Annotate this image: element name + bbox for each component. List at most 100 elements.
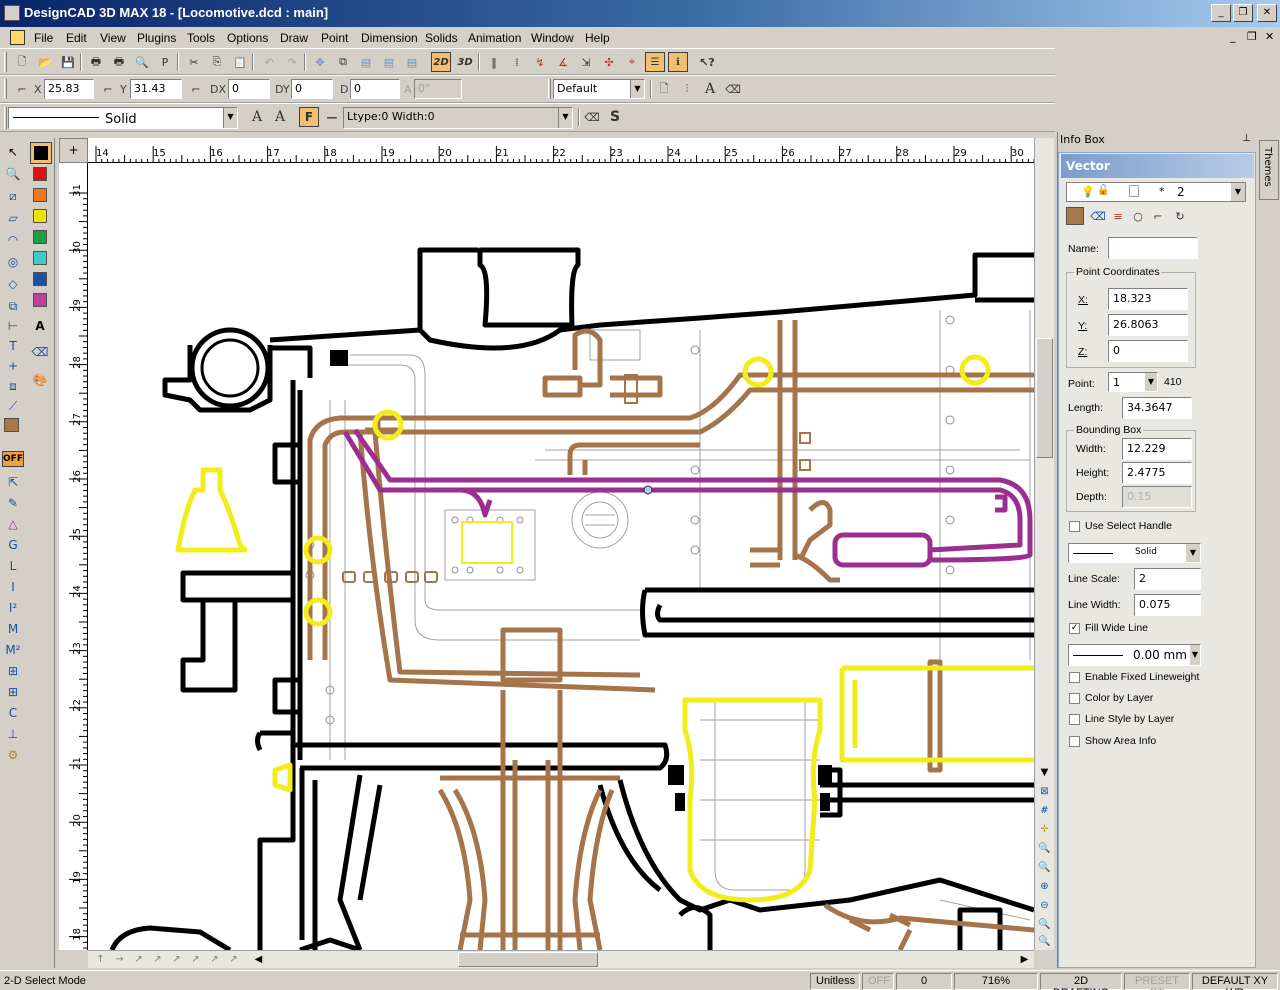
line-style-by-layer-checkbox[interactable] bbox=[1069, 714, 1080, 725]
layer-manager-icon[interactable]: ☰ bbox=[645, 52, 665, 72]
app-icon[interactable] bbox=[4, 5, 20, 21]
horizontal-scroll-thumb[interactable] bbox=[458, 952, 598, 967]
box-tool-icon[interactable]: ▱ bbox=[3, 208, 23, 228]
menu-window[interactable]: Window bbox=[531, 31, 574, 45]
zoom-window-icon[interactable]: 🔍 bbox=[1036, 840, 1053, 857]
status-workplane[interactable]: DEFAULT XY WP bbox=[1192, 973, 1278, 990]
fill-circle-icon[interactable]: ○ bbox=[1128, 206, 1148, 226]
print-preview-icon[interactable]: 🔍 bbox=[132, 52, 152, 72]
properties-icon[interactable]: P bbox=[155, 52, 175, 72]
toolbar-grip[interactable] bbox=[4, 107, 7, 129]
line-weight-icon[interactable]: — bbox=[322, 107, 342, 127]
text-icon[interactable]: A bbox=[700, 79, 720, 99]
color-by-layer-checkbox[interactable] bbox=[1069, 693, 1080, 704]
dotted-line-icon[interactable]: ⁞ bbox=[507, 52, 527, 72]
fill-wide-line-checkbox[interactable]: ✓ bbox=[1069, 623, 1080, 634]
new-file-icon[interactable]: 🗋 bbox=[12, 52, 32, 72]
zoom-redo-icon[interactable]: 🔍 bbox=[1036, 933, 1053, 950]
group-icon[interactable]: ✣ bbox=[599, 52, 619, 72]
layer-selector[interactable]: 💡 🔓 * 2 ▼ bbox=[1066, 182, 1246, 202]
snap-icon[interactable]: ↯ bbox=[530, 52, 550, 72]
snap-grid-icon[interactable]: G bbox=[3, 535, 23, 555]
color-magenta-swatch[interactable] bbox=[33, 293, 47, 307]
text-style-button[interactable]: A bbox=[30, 316, 50, 336]
context-help-icon[interactable]: ↖? bbox=[697, 52, 717, 72]
snap-center-icon[interactable]: C bbox=[3, 703, 23, 723]
copy-move-icon[interactable]: ⧉ bbox=[333, 52, 353, 72]
line-tool-icon[interactable]: ⧄ bbox=[3, 186, 23, 206]
toolbar-grip[interactable] bbox=[4, 79, 7, 99]
point-snap-icon[interactable]: ⌖ bbox=[622, 52, 642, 72]
document-icon[interactable] bbox=[10, 30, 25, 45]
menu-tools[interactable]: Tools bbox=[187, 31, 215, 45]
drawing-canvas[interactable] bbox=[88, 163, 1034, 950]
view-tab-icon[interactable]: ↗ bbox=[130, 951, 147, 968]
font-bold-icon[interactable]: A bbox=[247, 107, 267, 127]
hatch-icon[interactable]: ⌫ bbox=[723, 79, 743, 99]
color-yellow-swatch[interactable] bbox=[33, 209, 47, 223]
minimize-button[interactable]: _ bbox=[1211, 4, 1231, 22]
dimension-style-icon[interactable]: ⌐ bbox=[1148, 206, 1168, 226]
show-area-info-checkbox[interactable] bbox=[1069, 736, 1080, 747]
paste-icon[interactable]: 📋 bbox=[230, 52, 250, 72]
snap-line-icon[interactable]: L bbox=[3, 556, 23, 576]
view-tab-icon[interactable]: ↑ bbox=[92, 951, 109, 968]
pause-icon[interactable]: ‖ bbox=[484, 52, 504, 72]
view-tab-icon[interactable]: ↗ bbox=[149, 951, 166, 968]
layer-visibility-icon[interactable] bbox=[1129, 185, 1139, 197]
menu-point[interactable]: Point bbox=[321, 31, 348, 45]
current-color-swatch[interactable] bbox=[4, 418, 19, 432]
select-arrow-icon[interactable]: ↖ bbox=[3, 142, 23, 162]
mdi-restore-button[interactable]: ❐ bbox=[1247, 30, 1257, 43]
dx-input[interactable]: 0 bbox=[228, 79, 270, 99]
zoom-icon[interactable]: 🔍 bbox=[3, 164, 23, 184]
snap-m2-icon[interactable]: M² bbox=[3, 640, 23, 660]
lineweight-combo[interactable]: 0.00 mm ▼ bbox=[1068, 644, 1201, 666]
menu-file[interactable]: File bbox=[34, 31, 53, 45]
snap-angle-icon[interactable]: ∡ bbox=[553, 52, 573, 72]
locomotive-drawing[interactable] bbox=[88, 163, 1034, 950]
bbox-depth-input[interactable]: 0.15 bbox=[1122, 486, 1192, 508]
sliders-icon[interactable]: ⫶ bbox=[677, 79, 697, 99]
menu-options[interactable]: Options bbox=[227, 31, 268, 45]
y-coord-icon[interactable]: ⌐ bbox=[98, 79, 118, 99]
toolbar-grip[interactable] bbox=[4, 52, 7, 72]
color-green-swatch[interactable] bbox=[33, 230, 47, 244]
chevron-down-icon[interactable]: ▼ bbox=[223, 108, 237, 128]
line-style-icon[interactable]: ⌫ bbox=[1088, 206, 1108, 226]
info-box-icon[interactable]: ℹ bbox=[668, 52, 688, 72]
lock-icon[interactable]: 🔓 bbox=[1097, 185, 1109, 196]
arc-tool-icon[interactable]: ◠ bbox=[3, 230, 23, 250]
relative-coord-icon[interactable]: ⌐ bbox=[12, 79, 32, 99]
color-picker-active[interactable] bbox=[30, 142, 52, 164]
chevron-down-icon[interactable]: ▼ bbox=[558, 108, 572, 128]
snap-cursor-icon[interactable]: ⇱ bbox=[3, 472, 23, 492]
toolbar-grip[interactable] bbox=[548, 79, 551, 99]
selection-handle[interactable] bbox=[643, 485, 653, 495]
view-tab-icon[interactable]: ↗ bbox=[225, 951, 242, 968]
page-icon[interactable]: 🗋 bbox=[654, 79, 674, 99]
view-tab-icon[interactable]: ↗ bbox=[206, 951, 223, 968]
stack-icon[interactable]: ▤ bbox=[379, 52, 399, 72]
entity-line-style-combo[interactable]: Solid ▼ bbox=[1068, 543, 1201, 563]
group-tool-icon[interactable]: ⧈ bbox=[3, 376, 23, 396]
horizontal-scrollbar[interactable]: ↑ → ↗ ↗ ↗ ↗ ↗ ↗ ◀ ▶ bbox=[88, 950, 1034, 968]
copy-icon[interactable]: ⎘ bbox=[207, 52, 227, 72]
view-tab-icon[interactable]: ↗ bbox=[187, 951, 204, 968]
chevron-down-icon[interactable]: ▼ bbox=[630, 80, 644, 98]
snap-grid3-icon[interactable]: ⊞ bbox=[3, 682, 23, 702]
bbox-height-input[interactable]: 2.4775 bbox=[1122, 462, 1192, 484]
print-setup-icon[interactable]: 🖶 bbox=[109, 52, 129, 72]
bulb-icon[interactable]: 💡 bbox=[1081, 185, 1095, 198]
x-coordinate-input[interactable]: 18.323 bbox=[1108, 288, 1188, 310]
redo-icon[interactable]: ↷ bbox=[282, 52, 302, 72]
trim-tool-icon[interactable]: ⟋ bbox=[3, 396, 23, 416]
point-tool-icon[interactable]: + bbox=[3, 356, 23, 376]
line-style-combo[interactable]: Solid ▼ bbox=[8, 107, 238, 129]
status-units[interactable]: Unitless bbox=[810, 973, 860, 990]
circle-tool-icon[interactable]: ◎ bbox=[3, 252, 23, 272]
mdi-close-button[interactable]: ✕ bbox=[1265, 30, 1274, 43]
menu-view[interactable]: View bbox=[100, 31, 126, 45]
fillet-tool-icon[interactable]: ⧉ bbox=[3, 296, 23, 316]
status-drafting-mode[interactable]: 2D DRAFTING bbox=[1040, 973, 1122, 990]
